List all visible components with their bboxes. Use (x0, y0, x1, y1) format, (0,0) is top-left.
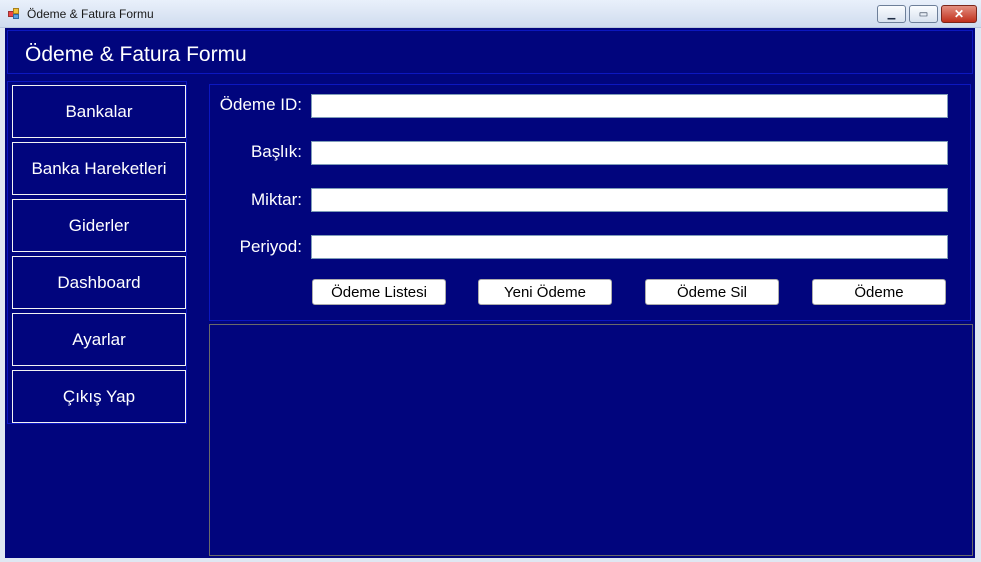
periyod-input[interactable] (311, 235, 948, 259)
close-button[interactable]: ✕ (941, 5, 977, 23)
odeme-sil-button[interactable]: Ödeme Sil (645, 279, 779, 305)
maximize-button[interactable]: ▭ (909, 5, 938, 23)
payments-data-grid[interactable] (209, 324, 973, 556)
window-title: Ödeme & Fatura Formu (27, 7, 154, 21)
baslik-label: Başlık: (250, 142, 302, 161)
sidebar-item-bankalar[interactable]: Bankalar (12, 85, 186, 138)
periyod-label: Periyod: (239, 237, 302, 256)
payment-form-panel: Ödeme ID: Başlık: Miktar: Periyod: Ödeme… (209, 84, 971, 321)
sidebar-item-ayarlar[interactable]: Ayarlar (12, 313, 186, 366)
sidebar: Bankalar Banka Hareketleri Giderler Dash… (7, 81, 187, 424)
baslik-input[interactable] (311, 141, 948, 165)
header-panel: Ödeme & Fatura Formu (7, 30, 973, 74)
maximize-icon: ▭ (918, 8, 929, 20)
page-title: Ödeme & Fatura Formu (25, 43, 247, 66)
client-area: Ödeme & Fatura Formu Bankalar Banka Hare… (5, 28, 975, 558)
odeme-listesi-button[interactable]: Ödeme Listesi (312, 279, 446, 305)
minimize-button[interactable]: ▁ (877, 5, 906, 23)
yeni-odeme-button[interactable]: Yeni Ödeme (478, 279, 612, 305)
sidebar-item-dashboard[interactable]: Dashboard (12, 256, 186, 309)
sidebar-item-banka-hareketleri[interactable]: Banka Hareketleri (12, 142, 186, 195)
app-icon (8, 8, 20, 20)
odeme-id-input[interactable] (311, 94, 948, 118)
close-icon: ✕ (953, 7, 965, 21)
sidebar-item-giderler[interactable]: Giderler (12, 199, 186, 252)
miktar-label: Miktar: (251, 190, 302, 209)
odeme-id-label: Ödeme ID: (219, 95, 302, 114)
minimize-icon: ▁ (887, 8, 896, 20)
miktar-input[interactable] (311, 188, 948, 212)
sidebar-item-cikis-yap[interactable]: Çıkış Yap (12, 370, 186, 423)
odeme-button[interactable]: Ödeme (812, 279, 946, 305)
window-titlebar: Ödeme & Fatura Formu ▁ ▭ ✕ (0, 0, 981, 28)
